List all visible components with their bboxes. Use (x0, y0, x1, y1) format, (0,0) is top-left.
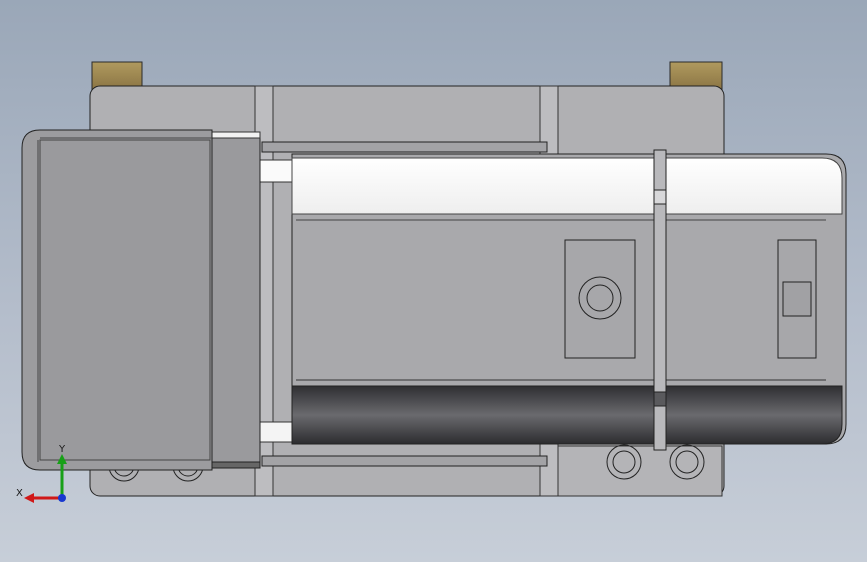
cad-viewport[interactable]: Y X (0, 0, 867, 562)
upper-strip (261, 141, 548, 153)
x-axis-label: X (16, 488, 23, 499)
motor-assembly-model[interactable] (0, 0, 867, 562)
motor-bottom-rail (291, 385, 843, 445)
y-axis-label: Y (58, 444, 66, 455)
motor-top-band (291, 157, 843, 215)
lower-strip (261, 455, 548, 467)
base-lower-right (557, 445, 723, 497)
gearbox-flange (211, 131, 261, 469)
connector-block (564, 239, 636, 359)
coordinate-triad[interactable]: Y X (12, 440, 82, 510)
z-axis-dot (58, 494, 66, 502)
